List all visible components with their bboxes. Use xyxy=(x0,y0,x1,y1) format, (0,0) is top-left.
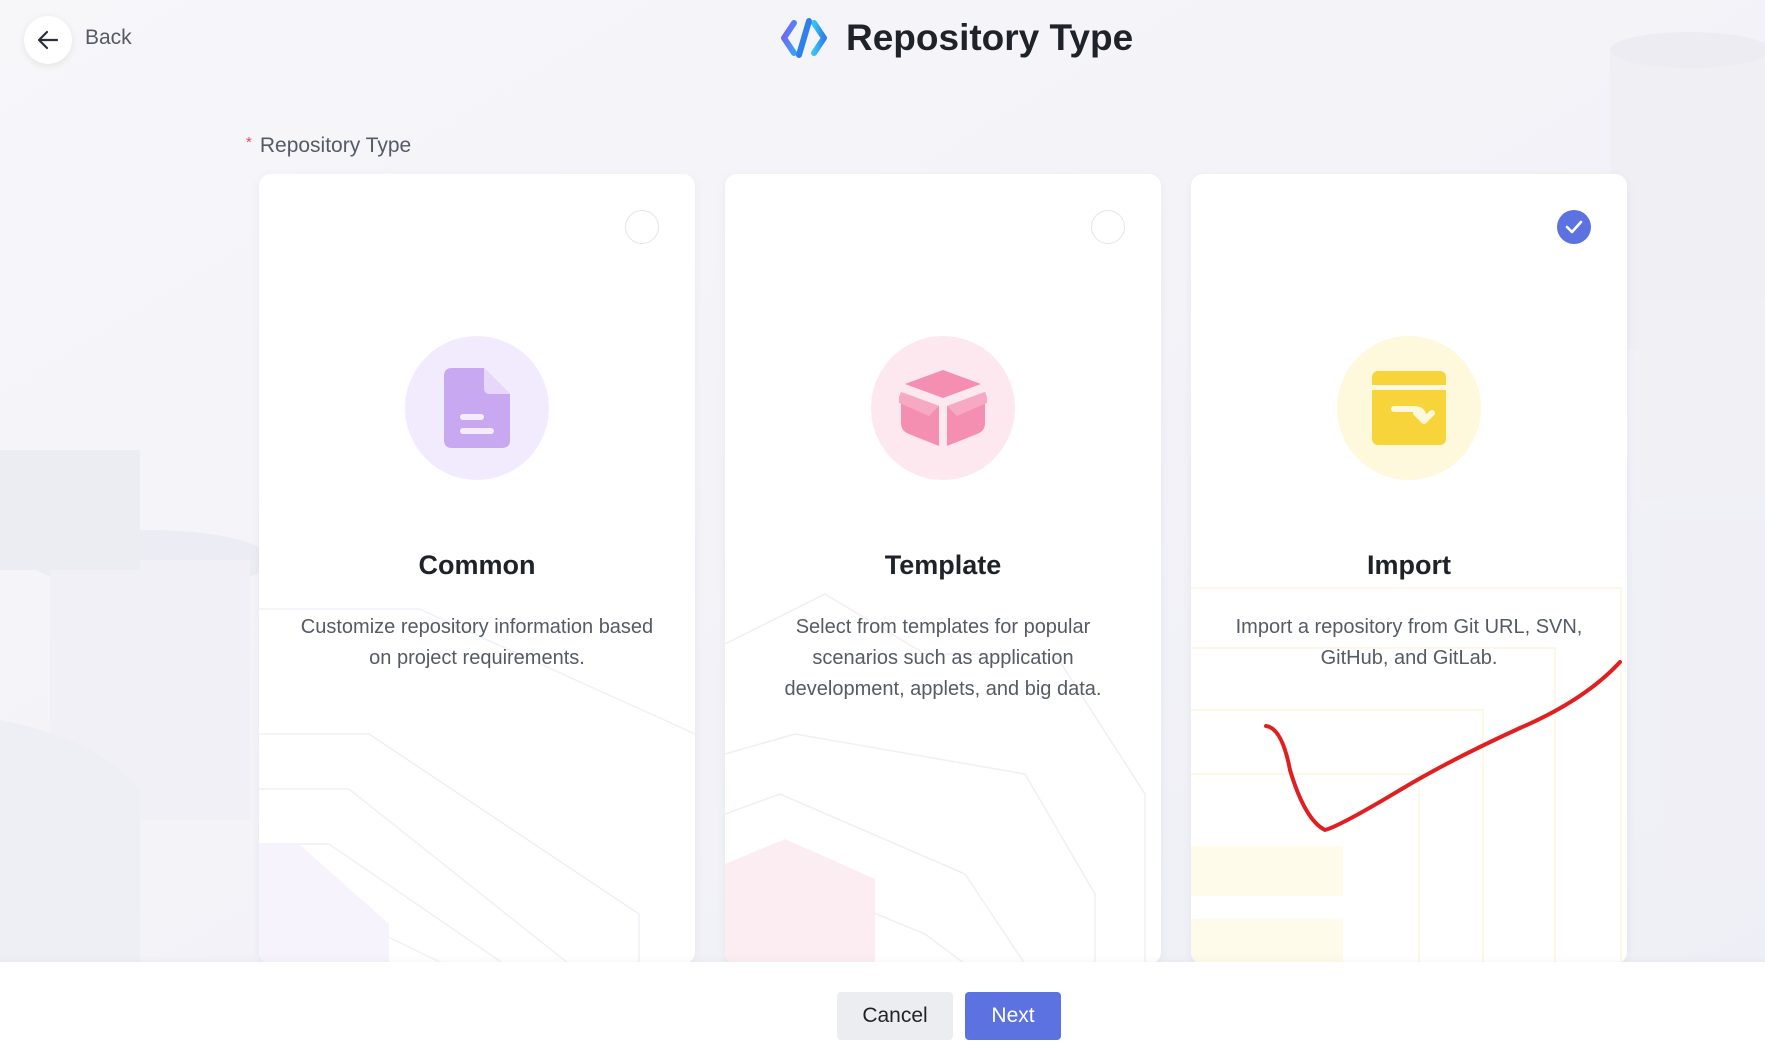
arrow-left-icon xyxy=(37,30,59,50)
import-box-icon xyxy=(1372,371,1446,445)
page-header: Repository Type xyxy=(780,17,1133,59)
footer-bar: Cancel Next xyxy=(0,962,1765,1060)
package-icon xyxy=(899,370,987,446)
card-description-template: Select from templates for popular scenar… xyxy=(784,616,1102,700)
app-logo-icon xyxy=(781,18,827,58)
card-title-import: Import xyxy=(1367,550,1451,580)
cancel-button[interactable]: Cancel xyxy=(837,992,953,1040)
required-mark: * xyxy=(246,134,252,151)
page-title: Repository Type xyxy=(846,17,1134,58)
back-label[interactable]: Back xyxy=(85,26,132,50)
template-icon-circle xyxy=(871,336,1015,480)
radio-template[interactable] xyxy=(1091,210,1125,244)
document-icon xyxy=(444,368,510,448)
next-button[interactable]: Next xyxy=(965,992,1061,1040)
card-template[interactable]: Template Select from templates for popul… xyxy=(725,174,1161,964)
radio-import[interactable] xyxy=(1557,210,1591,244)
card-import[interactable]: Import Import a repository from Git URL,… xyxy=(1191,174,1627,964)
repository-type-label-text: Repository Type xyxy=(259,134,412,157)
repository-type-label: * Repository Type xyxy=(246,134,411,158)
card-common[interactable]: Common Customize repository information … xyxy=(259,174,695,964)
card-description-common: Customize repository information based o… xyxy=(300,616,654,669)
import-icon-circle xyxy=(1337,336,1481,480)
common-icon-circle xyxy=(405,336,549,480)
back-button[interactable] xyxy=(24,16,72,64)
radio-common[interactable] xyxy=(625,210,659,244)
card-description-import: Import a repository from Git URL, SVN, G… xyxy=(1235,616,1583,669)
card-title-common: Common xyxy=(418,550,536,580)
check-icon xyxy=(1565,220,1583,234)
card-title-template: Template xyxy=(884,550,1002,580)
